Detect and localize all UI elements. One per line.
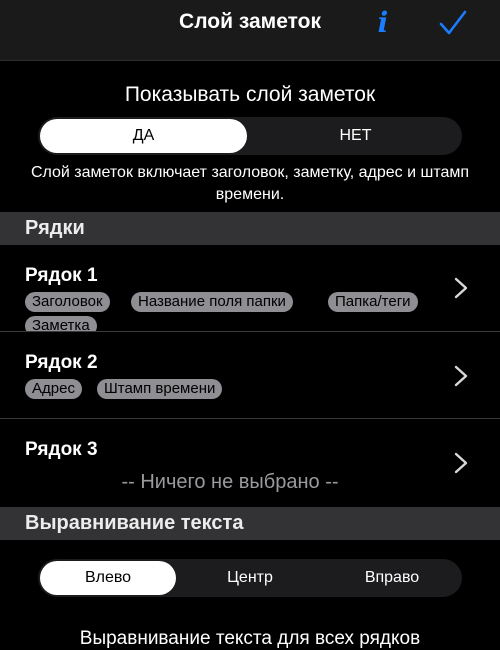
row-2[interactable]: Рядок 2 Адрес Штамп времени xyxy=(0,332,500,418)
option-no[interactable]: НЕТ xyxy=(251,119,460,153)
alignment-toggle: Влево Центр Вправо xyxy=(38,559,462,597)
show-layer-title: Показывать слой заметок xyxy=(124,83,376,106)
chip: Название поля папки xyxy=(131,292,293,312)
row-title: Рядок 3 xyxy=(25,439,98,460)
checkmark-icon[interactable] xyxy=(439,10,467,36)
empty-placeholder: -- Ничего не выбрано -- xyxy=(121,471,339,493)
chip: Заголовок xyxy=(25,292,110,312)
info-icon[interactable]: i xyxy=(372,6,394,40)
chevron-right-icon xyxy=(454,452,468,474)
row-title: Рядок 1 xyxy=(25,265,98,286)
rows-section-title: Рядки xyxy=(25,217,85,239)
align-left-option[interactable]: Влево xyxy=(40,561,176,595)
chevron-right-icon xyxy=(454,277,468,299)
option-yes[interactable]: ДА xyxy=(40,119,247,153)
align-right-option[interactable]: Вправо xyxy=(324,561,460,595)
row-3[interactable]: Рядок 3 -- Ничего не выбрано -- xyxy=(0,419,500,507)
align-center-option[interactable]: Центр xyxy=(182,561,318,595)
rows-section-header: Рядки xyxy=(0,212,500,245)
chip: Папка/теги xyxy=(328,292,418,312)
row-1[interactable]: Рядок 1 Заголовок Название поля папки Па… xyxy=(0,245,500,331)
show-layer-toggle: ДА НЕТ xyxy=(38,117,462,155)
row-title: Рядок 2 xyxy=(25,352,98,373)
chip: Заметка xyxy=(25,316,97,331)
alignment-section-title: Выравнивание текста xyxy=(25,512,244,534)
alignment-section-header: Выравнивание текста xyxy=(0,507,500,540)
chip: Адрес xyxy=(25,379,82,399)
chip: Штамп времени xyxy=(97,379,223,399)
page-title: Слой заметок xyxy=(179,10,321,33)
chevron-right-icon xyxy=(454,365,468,387)
show-layer-description: Слой заметок включает заголовок, заметку… xyxy=(30,164,470,203)
alignment-description: Выравнивание текста для всех рядков xyxy=(79,628,421,649)
navigation-bar: Слой заметок i xyxy=(0,0,500,61)
